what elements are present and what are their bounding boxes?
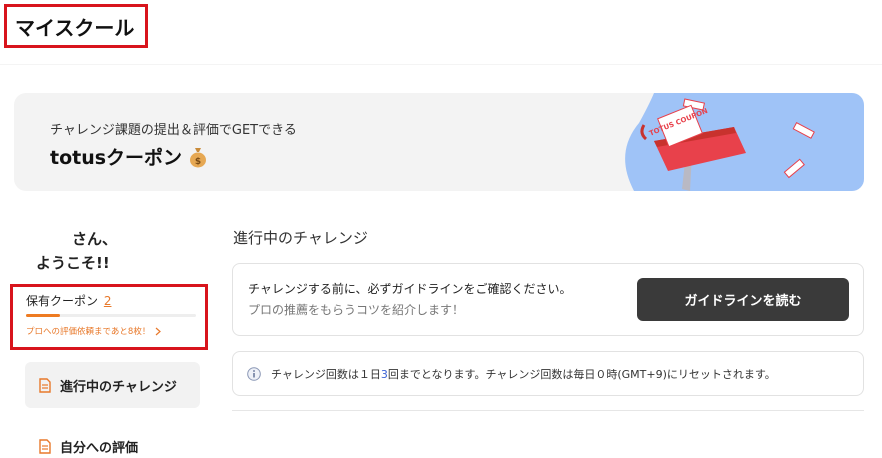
info-count: 3 xyxy=(380,367,388,381)
coupon-progress-fill xyxy=(26,314,60,317)
moneybag-icon: $ xyxy=(190,147,207,167)
chevron-right-icon xyxy=(155,327,162,335)
info-text: チャレンジ回数は１日3回までとなります。チャレンジ回数は毎日０時(GMT+9)に… xyxy=(271,366,776,382)
banner-title: totusクーポン $ xyxy=(50,143,208,170)
guideline-text: チャレンジする前に、必ずガイドラインをご確認ください。 xyxy=(248,282,572,296)
coupon-summary: 保有クーポン 2 プロへの評価依頼まであと8枚！ xyxy=(10,284,208,350)
divider xyxy=(0,64,882,65)
greeting-welcome: ようこそ!! xyxy=(36,254,110,272)
sidebar-item-label: 自分への評価 xyxy=(60,440,139,456)
coupon-label: 保有クーポン xyxy=(26,294,99,308)
coupon-banner[interactable]: チャレンジ課題の提出＆評価でGETできる totusクーポン $ TOTUS C… xyxy=(14,93,864,191)
page-title-text: マイスクール xyxy=(15,15,135,40)
banner-subtitle: チャレンジ課題の提出＆評価でGETできる xyxy=(50,123,297,138)
info-text-after: 回までとなります。チャレンジ回数は毎日０時(GMT+9)にリセットされます。 xyxy=(387,367,776,381)
banner-title-text: totusクーポン xyxy=(50,147,183,169)
coupon-label-row: 保有クーポン 2 xyxy=(26,292,205,309)
section-title: 進行中のチャレンジ xyxy=(233,229,368,247)
read-guideline-button[interactable]: ガイドラインを読む xyxy=(637,278,849,321)
info-icon xyxy=(247,366,261,381)
svg-text:$: $ xyxy=(195,157,201,167)
document-icon xyxy=(39,377,51,393)
document-icon xyxy=(39,438,51,454)
coupon-note-link[interactable]: プロへの評価依頼まであと8枚！ xyxy=(26,325,205,337)
divider xyxy=(232,410,864,411)
info-notice: チャレンジ回数は１日3回までとなります。チャレンジ回数は毎日０時(GMT+9)に… xyxy=(232,351,864,396)
coupon-mailbox-illustration: TOTUS COUPON xyxy=(625,93,864,191)
coupon-progress-bar xyxy=(26,314,196,317)
guideline-card: チャレンジする前に、必ずガイドラインをご確認ください。 プロの推薦をもらうコツを… xyxy=(232,263,864,336)
info-text-before: チャレンジ回数は１日 xyxy=(271,367,381,381)
page-title: マイスクール xyxy=(4,4,148,48)
sidebar-item-label: 進行中のチャレンジ xyxy=(60,379,177,395)
coupon-count-link[interactable]: 2 xyxy=(104,294,112,308)
sidebar-item-evaluations[interactable]: 自分への評価 xyxy=(25,423,200,458)
guideline-subtext: プロの推薦をもらうコツを紹介します！ xyxy=(248,303,465,317)
coupon-note-text: プロへの評価依頼まであと8枚！ xyxy=(26,327,151,337)
greeting-name: さん、 xyxy=(72,230,118,248)
sidebar-item-challenges[interactable]: 進行中のチャレンジ xyxy=(25,362,200,408)
